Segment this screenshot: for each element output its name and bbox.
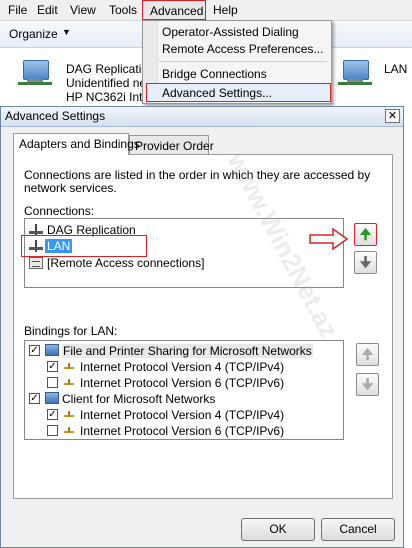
tab-label: Provider Order bbox=[135, 139, 214, 153]
advanced-settings-dialog: Advanced Settings ✕ Adapters and Binding… bbox=[0, 106, 404, 548]
protocol-icon bbox=[63, 408, 75, 420]
dialog-title: Advanced Settings bbox=[5, 109, 106, 123]
checkbox[interactable]: ✓ bbox=[47, 361, 58, 372]
menu-bar: File Edit View Tools Advanced Help bbox=[0, 0, 412, 21]
binding-label: Internet Protocol Version 4 (TCP/IPv4) bbox=[80, 360, 285, 374]
bindings-listbox[interactable]: ✓ File and Printer Sharing for Microsoft… bbox=[24, 340, 344, 440]
menu-advanced[interactable]: Advanced bbox=[142, 0, 206, 20]
protocol-icon bbox=[63, 424, 75, 436]
binding-label: Internet Protocol Version 6 (TCP/IPv6) bbox=[80, 376, 285, 390]
menu-item-advanced-settings-label: Advanced Settings... bbox=[162, 86, 273, 100]
tab-label: Adapters and Bindings bbox=[19, 137, 140, 151]
annotation-highlight-lan bbox=[21, 235, 147, 257]
menu-view[interactable]: View bbox=[70, 3, 96, 17]
cancel-button[interactable]: Cancel bbox=[321, 518, 395, 541]
binding-item[interactable]: ✓ File and Printer Sharing for Microsoft… bbox=[29, 343, 339, 359]
description-line-2: network services. bbox=[24, 181, 117, 195]
dialog-titlebar[interactable]: Advanced Settings ✕ bbox=[1, 107, 403, 127]
tab-provider-order[interactable]: Provider Order bbox=[129, 135, 214, 155]
service-icon bbox=[45, 344, 59, 356]
bindings-label: Bindings for LAN: bbox=[24, 324, 118, 338]
menu-help[interactable]: Help bbox=[213, 3, 238, 17]
menu-separator bbox=[159, 61, 327, 62]
arrow-up-icon: 🠉 bbox=[361, 346, 374, 362]
arrow-up-icon: 🠉 bbox=[359, 226, 372, 242]
connection-label: [Remote Access connections] bbox=[47, 256, 205, 270]
advanced-menu: Operator-Assisted Dialing Remote Access … bbox=[142, 20, 332, 104]
binding-label: File and Printer Sharing for Microsoft N… bbox=[62, 344, 313, 358]
menu-item-advanced-settings[interactable]: Advanced Settings... bbox=[146, 83, 331, 102]
chevron-down-icon[interactable]: ▼ bbox=[62, 27, 71, 37]
menu-advanced-label: Advanced bbox=[150, 4, 204, 18]
ok-button[interactable]: OK bbox=[241, 518, 315, 541]
network-adapter-icon[interactable] bbox=[18, 60, 52, 88]
arrow-down-icon: 🠋 bbox=[359, 254, 372, 270]
menu-item-remote-access-preferences[interactable]: Remote Access Preferences... bbox=[162, 42, 323, 56]
adapter-status: Unidentified net bbox=[66, 76, 150, 90]
remote-access-icon bbox=[29, 257, 43, 269]
connections-label: Connections: bbox=[24, 204, 95, 218]
binding-label: Client for Microsoft Networks bbox=[62, 392, 216, 406]
menu-file[interactable]: File bbox=[8, 3, 27, 17]
adapter-device: HP NC362i Inte bbox=[66, 90, 150, 104]
menu-item-bridge-connections[interactable]: Bridge Connections bbox=[162, 67, 267, 81]
move-down-button[interactable]: 🠋 bbox=[354, 251, 377, 274]
checkbox[interactable]: ✓ bbox=[47, 409, 58, 420]
protocol-icon bbox=[63, 360, 75, 372]
tab-adapters-and-bindings[interactable]: Adapters and Bindings bbox=[13, 133, 140, 155]
close-icon[interactable]: ✕ bbox=[385, 109, 400, 123]
arrow-down-icon: 🠋 bbox=[361, 376, 374, 392]
network-adapter-icon[interactable] bbox=[338, 60, 372, 88]
binding-label: Internet Protocol Version 6 (TCP/IPv6) bbox=[80, 424, 285, 438]
binding-label: Internet Protocol Version 4 (TCP/IPv4) bbox=[80, 408, 285, 422]
checkbox[interactable] bbox=[47, 425, 58, 436]
menu-edit[interactable]: Edit bbox=[37, 3, 58, 17]
checkbox[interactable]: ✓ bbox=[29, 345, 40, 356]
binding-down-button[interactable]: 🠋 bbox=[356, 373, 379, 396]
tab-panel: Connections are listed in the order in w… bbox=[13, 154, 393, 499]
checkbox[interactable] bbox=[47, 377, 58, 388]
binding-up-button[interactable]: 🠉 bbox=[356, 343, 379, 366]
menu-item-operator-assisted-dialing[interactable]: Operator-Assisted Dialing bbox=[162, 25, 299, 39]
annotation-arrow-icon bbox=[309, 228, 349, 250]
organize-button[interactable]: Organize bbox=[9, 27, 58, 41]
description-line-1: Connections are listed in the order in w… bbox=[24, 168, 371, 182]
checkbox[interactable]: ✓ bbox=[29, 393, 40, 404]
move-up-button[interactable]: 🠉 bbox=[354, 223, 377, 246]
protocol-icon bbox=[63, 376, 75, 388]
adapter-name-lan[interactable]: LAN bbox=[384, 62, 407, 76]
service-icon bbox=[45, 392, 59, 404]
menu-tools[interactable]: Tools bbox=[109, 3, 137, 17]
